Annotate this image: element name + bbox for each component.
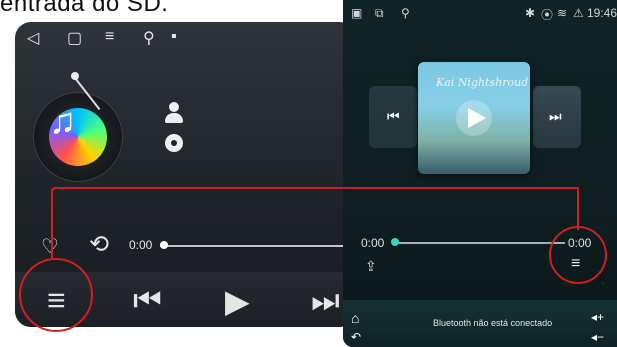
album-icon [165,134,183,152]
next-track-icon[interactable]: ⏭ [549,108,562,125]
left-controls-row: ♡ ⟲ 0:00 [15,230,355,262]
status-time: 19:46 [587,6,617,20]
apps-icon[interactable]: ▣ [351,6,362,20]
wifi-icon: ≋ [557,6,568,20]
volume-down-icon[interactable]: ◂− [591,330,604,344]
back-icon[interactable]: ↶ [351,330,361,344]
left-seek-bar[interactable] [160,245,355,247]
music-disc: ♫ [33,92,123,182]
right-current-time: 0:00 [361,236,385,250]
right-seek-handle[interactable] [391,238,399,246]
previous-track-icon[interactable]: ⏮ [387,108,400,125]
menu-icon[interactable]: ≡ [105,28,114,46]
warning-icon: ⚠ [573,6,584,20]
location-icon: ⦿ [541,8,554,22]
back-icon[interactable]: ◁ [27,28,39,48]
album-art-main[interactable]: Kai Nightshroud [418,62,530,174]
playlist-list-icon[interactable]: ≡ [571,255,580,273]
header-partial-text: entrada do SD. [0,0,169,17]
home-icon[interactable]: ▢ [67,28,82,48]
play-icon[interactable] [468,108,486,128]
favorite-heart-icon[interactable]: ♡ [41,234,59,259]
play-icon[interactable]: ▶ [225,282,250,320]
playlist-list-icon[interactable]: ≡ [47,282,66,319]
usb-icon: ⚲ [143,30,155,47]
left-status-bar: ◁ ▢ ≡ ⚲ ▪ [15,22,355,50]
repeat-icon[interactable]: ⟲ [89,230,109,259]
bluetooth-status-text: Bluetooth não está conectado [433,318,553,328]
right-player-panel: ▣ ⧉ ⚲ ✱ ⦿ ≋ ⚠ 19:46 ⏮ ⏭ Kai Nightshroud … [343,0,617,347]
gallery-icon: ▪ [171,28,177,45]
previous-track-icon[interactable]: ⏮ [133,282,162,320]
volume-up-icon[interactable]: ◂+ [591,310,604,324]
share-icon[interactable]: ⇪ [365,258,377,275]
bluetooth-icon: ✱ [525,6,536,20]
music-note-icon: ♫ [49,100,76,141]
left-bottom-controls: ≡ ⏮ ▶ ⏭ [15,272,355,327]
left-current-time: 0:00 [129,238,153,252]
left-player-panel: ◁ ▢ ≡ ⚲ ▪ ♫ ♡ ⟲ 0:00 ≡ ⏮ ▶ ⏭ [15,22,355,327]
windows-icon[interactable]: ⧉ [375,6,384,21]
artist-icon [165,102,183,126]
next-track-icon[interactable]: ⏭ [311,282,340,320]
right-status-bar: ▣ ⧉ ⚲ ✱ ⦿ ≋ ⚠ 19:46 [343,0,617,26]
home-icon[interactable]: ⌂ [351,310,359,326]
album-art-title: Kai Nightshroud [436,76,529,89]
left-seek-handle[interactable] [160,241,168,249]
right-seek-bar[interactable] [395,242,565,244]
right-total-time: 0:00 [568,236,592,250]
tonearm-knob-icon [71,72,79,80]
usb-icon: ⚲ [401,6,410,20]
